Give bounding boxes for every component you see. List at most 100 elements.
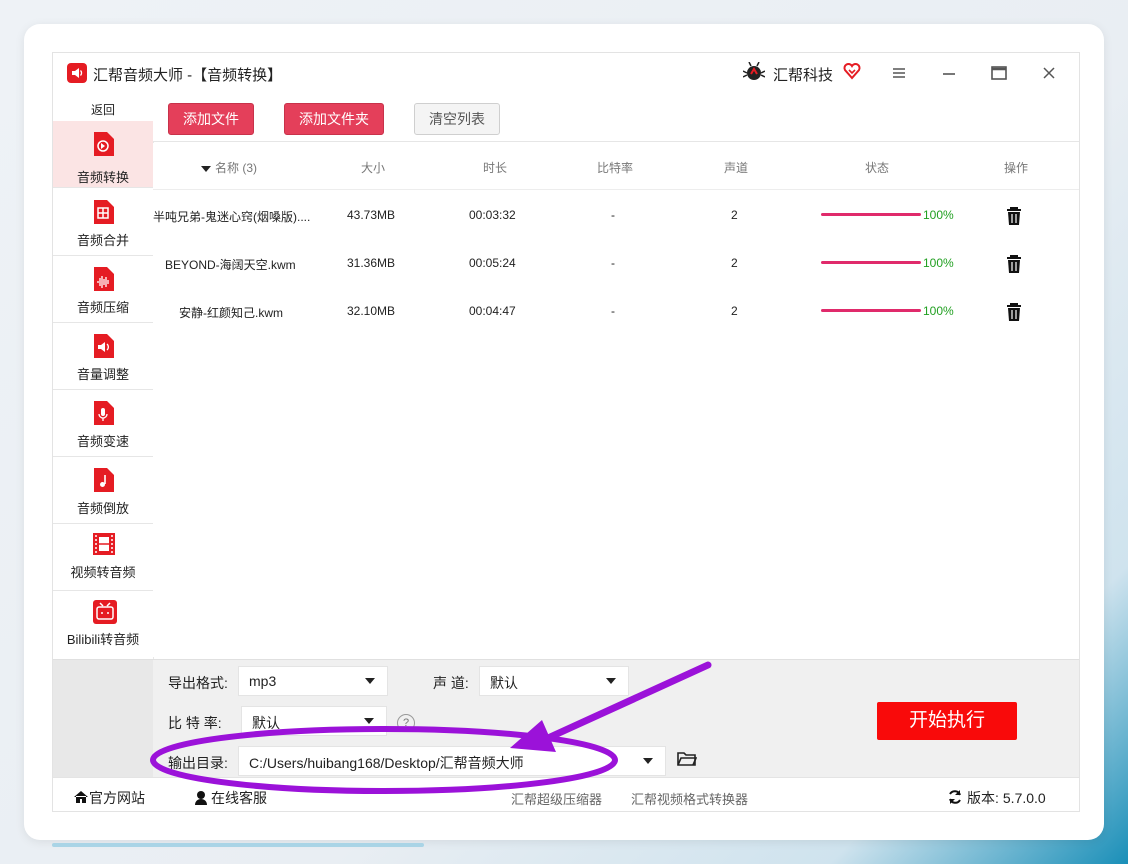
bilibili-tv-icon xyxy=(92,599,117,624)
channel-value: 默认 xyxy=(490,675,518,691)
music-note-icon xyxy=(92,468,114,492)
vip-heart-icon[interactable] xyxy=(843,62,861,85)
channel-select[interactable]: 默认 xyxy=(479,666,629,696)
toolbar: 添加文件 添加文件夹 清空列表 xyxy=(153,93,1079,142)
minimize-icon[interactable] xyxy=(937,61,961,85)
table-row[interactable]: BEYOND-海阔天空.kwm 31.36MB 00:05:24 - 2 100… xyxy=(153,239,1079,287)
file-size: 43.73MB xyxy=(347,208,396,222)
header-actions: 操作 xyxy=(1004,161,1029,175)
header-size: 大小 xyxy=(361,161,386,175)
sidebar-item-reverse[interactable]: 音频倒放 xyxy=(53,457,153,524)
back-link[interactable]: 返回 xyxy=(53,101,153,118)
progress-percent: 100% xyxy=(923,304,954,318)
file-bitrate: - xyxy=(611,208,615,222)
sidebar-item-label: 音频转换 xyxy=(76,170,129,185)
sidebar-item-volume[interactable]: 音量调整 xyxy=(53,323,153,390)
sidebar-item-speed[interactable]: 音频变速 xyxy=(53,390,153,457)
bitrate-value: 默认 xyxy=(252,715,280,731)
title-bar: 汇帮音频大师 -【音频转换】 汇帮科技 xyxy=(53,53,1079,93)
settings-sidebar-pad xyxy=(53,660,153,778)
progress-percent: 100% xyxy=(923,208,954,222)
bitrate-label: 比 特 率: xyxy=(168,715,222,731)
file-bitrate: - xyxy=(611,304,615,318)
window-title: 汇帮音频大师 -【音频转换】 xyxy=(93,67,283,84)
online-support-link[interactable]: 在线客服 xyxy=(193,788,267,808)
super-compressor-link[interactable]: 汇帮超级压缩器 xyxy=(511,789,602,808)
sort-down-icon xyxy=(201,165,211,172)
clear-list-button[interactable]: 清空列表 xyxy=(414,103,500,135)
settings-panel: 导出格式: mp3 声 道: 默认 比 特 率: 默认 ? 输出目录: C:/U… xyxy=(53,659,1079,778)
sidebar-item-label: 音频合并 xyxy=(76,233,129,248)
progress-bar xyxy=(821,309,921,312)
format-select[interactable]: mp3 xyxy=(238,666,388,696)
delete-icon[interactable] xyxy=(1005,254,1023,277)
maximize-icon[interactable] xyxy=(987,61,1011,85)
chevron-down-icon xyxy=(364,718,374,724)
bitrate-select[interactable]: 默认 xyxy=(241,706,387,736)
app-window: 汇帮音频大师 -【音频转换】 汇帮科技 返回 音频转换 音频合并 音频压缩 音量… xyxy=(52,52,1080,812)
audio-compress-icon xyxy=(92,267,114,291)
sidebar-item-audio-merge[interactable]: 音频合并 xyxy=(53,189,153,256)
progress-bar xyxy=(821,213,921,216)
film-icon xyxy=(92,532,115,556)
output-dir-label: 输出目录: xyxy=(168,755,228,771)
help-icon[interactable]: ? xyxy=(397,714,415,732)
folder-open-icon[interactable] xyxy=(677,750,698,773)
sidebar-item-label: 音频压缩 xyxy=(76,300,129,315)
format-value: mp3 xyxy=(249,673,277,689)
table-row[interactable]: 半吨兄弟-鬼迷心窍(烟嗓版).... 43.73MB 00:03:32 - 2 … xyxy=(153,191,1079,239)
menu-icon[interactable] xyxy=(887,61,911,85)
volume-icon xyxy=(92,334,114,358)
sidebar-item-audio-compress[interactable]: 音频压缩 xyxy=(53,256,153,323)
sidebar-item-label: Bilibili转音频 xyxy=(66,632,140,647)
header-name: 名称 (3) xyxy=(215,161,258,175)
file-duration: 00:05:24 xyxy=(469,256,516,270)
video-converter-link[interactable]: 汇帮视频格式转换器 xyxy=(631,789,748,808)
table-row[interactable]: 安静-红颜知己.kwm 32.10MB 00:04:47 - 2 100% xyxy=(153,287,1079,335)
background-scrollbar xyxy=(52,843,424,847)
sidebar-item-audio-convert[interactable]: 音频转换 xyxy=(53,121,153,188)
close-icon[interactable] xyxy=(1037,61,1061,85)
home-icon xyxy=(74,791,88,803)
official-website-link[interactable]: 官方网站 xyxy=(73,788,145,808)
file-channels: 2 xyxy=(731,304,738,318)
delete-icon[interactable] xyxy=(1005,302,1023,325)
output-dir-select[interactable]: C:/Users/huibang168/Desktop/汇帮音频大师 xyxy=(238,746,666,776)
file-bitrate: - xyxy=(611,256,615,270)
file-size: 31.36MB xyxy=(347,256,396,270)
header-duration: 时长 xyxy=(483,161,508,175)
app-logo-icon xyxy=(67,63,87,83)
online-support-label: 在线客服 xyxy=(211,790,267,806)
add-file-button[interactable]: 添加文件 xyxy=(168,103,254,135)
progress-percent: 100% xyxy=(923,256,954,270)
header-bitrate: 比特率 xyxy=(597,161,634,175)
version-info[interactable]: 版本: 5.7.0.0 xyxy=(947,788,1046,808)
start-button[interactable]: 开始执行 xyxy=(877,702,1017,740)
file-name: BEYOND-海阔天空.kwm xyxy=(165,258,296,272)
sidebar: 返回 音频转换 音频合并 音频压缩 音量调整 音频变速 音频倒放 视频转音频 B… xyxy=(53,93,154,659)
add-folder-button[interactable]: 添加文件夹 xyxy=(284,103,384,135)
sidebar-item-video-to-audio[interactable]: 视频转音频 xyxy=(53,524,153,591)
support-icon xyxy=(195,791,207,805)
sidebar-item-bilibili[interactable]: Bilibili转音频 xyxy=(53,591,153,657)
chevron-down-icon xyxy=(365,678,375,684)
mic-icon xyxy=(92,401,114,425)
sidebar-item-label: 视频转音频 xyxy=(70,565,136,580)
file-name: 半吨兄弟-鬼迷心窍(烟嗓版).... xyxy=(153,210,311,224)
file-duration: 00:03:32 xyxy=(469,208,516,222)
delete-icon[interactable] xyxy=(1005,206,1023,229)
file-duration: 00:04:47 xyxy=(469,304,516,318)
file-table: 名称 (3) 大小 时长 比特率 声道 状态 操作 半吨兄弟-鬼迷心窍(烟嗓版)… xyxy=(153,143,1079,657)
sort-name-header[interactable]: 名称 (3) xyxy=(201,159,257,176)
format-label: 导出格式: xyxy=(168,675,228,691)
sidebar-item-label: 音频变速 xyxy=(76,434,129,449)
refresh-icon xyxy=(949,790,961,804)
file-channels: 2 xyxy=(731,256,738,270)
footer: 官方网站 在线客服 汇帮超级压缩器 汇帮视频格式转换器 版本: 5.7.0.0 xyxy=(53,777,1079,811)
brand-name: 汇帮科技 xyxy=(773,67,834,84)
version-label: 版本: xyxy=(967,790,999,806)
audio-merge-icon xyxy=(92,200,114,224)
sidebar-item-label: 音量调整 xyxy=(76,367,129,382)
output-dir-value: C:/Users/huibang168/Desktop/汇帮音频大师 xyxy=(249,755,524,771)
header-channels: 声道 xyxy=(724,161,749,175)
